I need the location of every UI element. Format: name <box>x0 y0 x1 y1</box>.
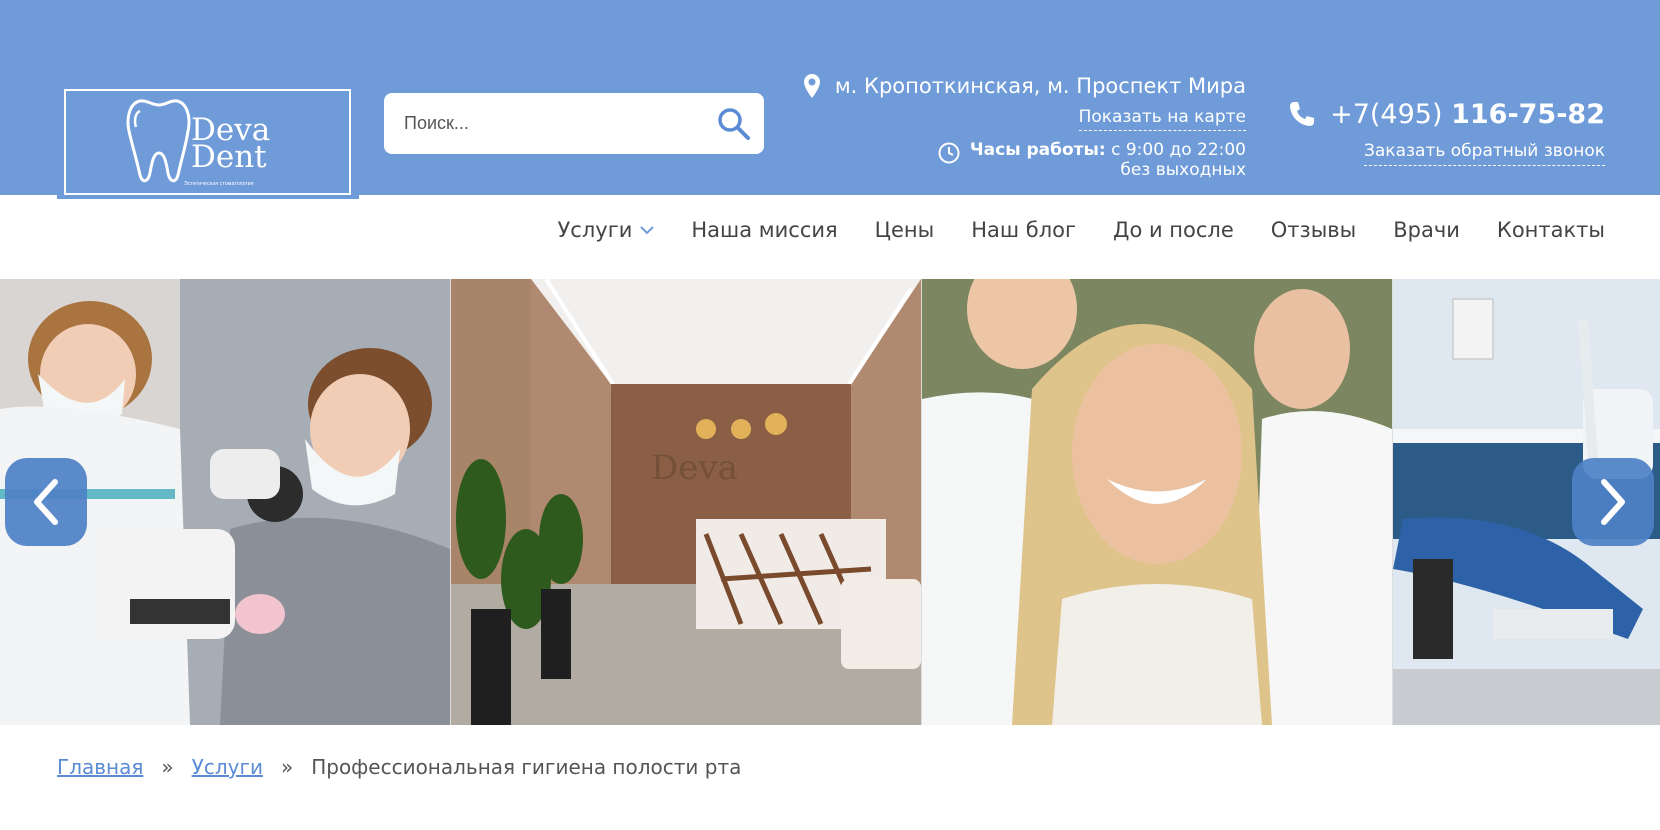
logo[interactable]: Deva Dent Эстетическая стоматология <box>57 85 359 199</box>
nav-item-before-after[interactable]: До и после <box>1113 212 1234 248</box>
clock-icon <box>938 142 960 164</box>
slider-next-button[interactable] <box>1572 458 1654 546</box>
search-box <box>384 93 764 154</box>
nav-item-blog[interactable]: Наш блог <box>971 212 1076 248</box>
site-header: Deva Dent Эстетическая стоматология м. К… <box>0 0 1660 199</box>
tooth-logo-icon <box>126 99 191 183</box>
phone-icon <box>1290 102 1315 126</box>
search-button[interactable] <box>716 106 752 142</box>
nav-item-doctors[interactable]: Врачи <box>1393 212 1460 248</box>
map-pin-icon <box>803 74 820 98</box>
phone-number[interactable]: +7(495) 116-75-82 <box>1288 94 1605 134</box>
breadcrumb-services[interactable]: Услуги <box>192 755 263 779</box>
slide-smiling-patient[interactable] <box>922 279 1392 725</box>
logo-line-2: Dent <box>191 139 267 175</box>
working-hours: Часы работы: с 9:00 до 22:00 без выходны… <box>803 140 1246 180</box>
phone-main: 116-75-82 <box>1451 98 1605 130</box>
slide-image <box>922 279 1392 725</box>
hours-text: Часы работы: с 9:00 до 22:00 без выходны… <box>970 140 1246 180</box>
main-nav: Услуги Наша миссия Цены Наш блог До и по… <box>558 212 1606 248</box>
callback-link[interactable]: Заказать обратный звонок <box>1363 141 1605 166</box>
wall-logo: Deva <box>651 448 738 488</box>
search-icon <box>718 108 750 140</box>
hours-value: с 9:00 до 22:00 <box>1111 140 1246 160</box>
address-block: м. Кропоткинская, м. Проспект Мира Показ… <box>803 71 1246 180</box>
photo-slider: Deva <box>0 279 1660 725</box>
search-input[interactable] <box>404 93 704 154</box>
slide-reception[interactable]: Deva <box>451 279 921 725</box>
breadcrumb-current: Профессиональная гигиена полости рта <box>311 755 742 779</box>
metro-line: м. Кропоткинская, м. Проспект Мира <box>803 71 1246 101</box>
chevron-right-icon <box>1601 479 1625 525</box>
chevron-left-icon <box>34 479 58 525</box>
phone-block: +7(495) 116-75-82 Заказать обратный звон… <box>1288 94 1605 166</box>
logo-frame: Deva Dent Эстетическая стоматология <box>64 89 351 195</box>
show-on-map-link[interactable]: Показать на карте <box>1078 107 1246 131</box>
metro-stations: м. Кропоткинская, м. Проспект Мира <box>834 74 1246 98</box>
hours-label: Часы работы: <box>969 140 1106 160</box>
phone-prefix: +7(495) <box>1330 98 1443 130</box>
hours-note: без выходных <box>1120 160 1246 180</box>
nav-item-services[interactable]: Услуги <box>558 212 655 248</box>
slide-image: Deva <box>451 279 921 725</box>
logo-tagline: Эстетическая стоматология <box>184 181 254 187</box>
breadcrumb-home[interactable]: Главная <box>57 755 143 779</box>
nav-item-reviews[interactable]: Отзывы <box>1271 212 1356 248</box>
breadcrumb-separator: » <box>280 755 294 779</box>
breadcrumb: Главная » Услуги » Профессиональная гиги… <box>57 755 741 779</box>
slider-prev-button[interactable] <box>5 458 87 546</box>
chevron-down-icon <box>640 226 655 235</box>
nav-item-mission[interactable]: Наша миссия <box>691 212 837 248</box>
nav-item-contacts[interactable]: Контакты <box>1497 212 1605 248</box>
nav-item-prices[interactable]: Цены <box>875 212 935 248</box>
nav-item-label: Услуги <box>557 218 633 242</box>
breadcrumb-separator: » <box>161 755 174 779</box>
